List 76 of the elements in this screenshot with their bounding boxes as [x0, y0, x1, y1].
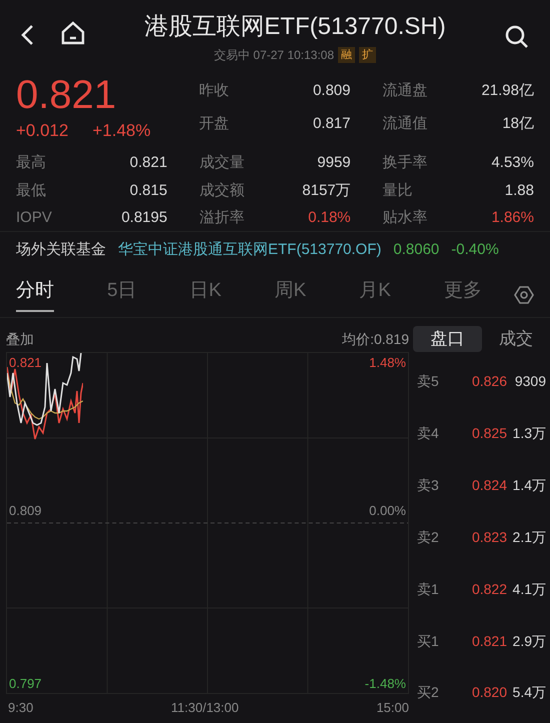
stat-label: 换手率 — [382, 153, 428, 173]
stat-label: 流通盘 — [382, 81, 428, 101]
home-icon[interactable] — [60, 20, 86, 46]
stat-value: 0.809 — [312, 81, 350, 101]
stat-value: 1.88 — [504, 180, 534, 201]
trading-status: 交易中 07-27 10:13:08 — [214, 47, 334, 64]
axis-label: 1.48% — [369, 354, 406, 372]
order-price: 0.824 — [470, 476, 507, 496]
current-price: 0.821 — [16, 72, 118, 118]
fund-change: -0.40% — [451, 240, 499, 260]
stat-label: 成交量 — [199, 153, 244, 173]
order-volume: 9309 — [514, 372, 546, 392]
stat-value: 0.18% — [308, 208, 351, 228]
axis-label: 0.821 — [9, 354, 42, 372]
order-volume: 5.4万 — [512, 683, 546, 702]
stat-label: 昨收 — [199, 81, 229, 101]
order-side: 卖1 — [417, 580, 440, 599]
average-price: 均价:0.819 — [342, 330, 409, 348]
stat-label: 成交额 — [199, 180, 244, 201]
stat-label: 量比 — [382, 180, 413, 201]
search-icon[interactable] — [504, 24, 530, 50]
fund-price: 0.8060 — [393, 240, 440, 260]
related-fund-link[interactable]: 华宝中证港股通互联网ETF(513770.OF) — [118, 238, 382, 262]
page-title: 港股互联网ETF(513770.SH) — [144, 12, 446, 42]
back-icon[interactable] — [20, 24, 36, 46]
stat-value: 21.98亿 — [481, 81, 534, 101]
stat-label: 溢折率 — [199, 208, 244, 228]
time-label: 15:00 — [376, 699, 409, 717]
order-price: 0.820 — [470, 683, 507, 702]
order-volume: 4.1万 — [512, 580, 546, 599]
stat-value: 9959 — [317, 153, 351, 173]
order-side: 买1 — [417, 632, 440, 651]
order-volume: 1.4万 — [512, 476, 546, 496]
stat-value: 18亿 — [502, 114, 534, 134]
stat-value: 8157万 — [302, 180, 351, 201]
order-side: 卖2 — [417, 528, 440, 547]
stat-value: 0.8195 — [121, 208, 168, 228]
overlay-label[interactable]: 叠加 — [6, 328, 34, 350]
chart-tab[interactable]: 分时 — [16, 277, 54, 312]
stat-value: 0.821 — [130, 153, 168, 173]
order-book-tab[interactable]: 盘口 — [413, 326, 482, 352]
settings-icon[interactable] — [514, 284, 534, 304]
stat-value: 4.53% — [491, 153, 534, 173]
stat-label: 贴水率 — [382, 208, 428, 228]
related-fund-label: 场外关联基金 — [16, 240, 106, 260]
stat-label: 流通值 — [382, 114, 428, 134]
order-price: 0.823 — [470, 528, 507, 547]
stat-value: 1.86% — [491, 208, 534, 228]
order-price: 0.826 — [470, 372, 507, 392]
order-book-tab[interactable]: 成交 — [482, 326, 550, 352]
order-price: 0.825 — [470, 424, 507, 444]
tag: 扩 — [359, 46, 376, 64]
order-side: 卖4 — [417, 424, 440, 444]
order-side: 卖5 — [417, 372, 440, 392]
stat-label: IOPV — [16, 208, 52, 228]
stat-label: 开盘 — [199, 114, 229, 134]
time-label: 11:30/13:00 — [171, 699, 239, 717]
time-label: 9:30 — [8, 699, 34, 717]
price-change: +0.012 — [16, 120, 68, 142]
axis-label: -1.48% — [364, 674, 406, 692]
axis-label: 0.809 — [9, 502, 42, 520]
axis-label: 0.797 — [9, 674, 42, 692]
stat-value: 0.817 — [312, 114, 350, 134]
order-price: 0.822 — [470, 580, 507, 599]
stat-value: 0.815 — [130, 180, 168, 201]
stat-label: 最低 — [16, 180, 46, 201]
order-volume: 1.3万 — [512, 424, 546, 444]
order-volume: 2.1万 — [512, 528, 546, 547]
order-side: 买2 — [417, 683, 440, 702]
order-price: 0.821 — [470, 632, 507, 651]
order-side: 卖3 — [417, 476, 440, 496]
order-volume: 2.9万 — [512, 632, 546, 651]
tag: 融 — [338, 46, 356, 64]
change-percent: +1.48% — [92, 120, 151, 142]
stat-label: 最高 — [16, 153, 46, 173]
axis-label: 0.00% — [369, 502, 406, 520]
